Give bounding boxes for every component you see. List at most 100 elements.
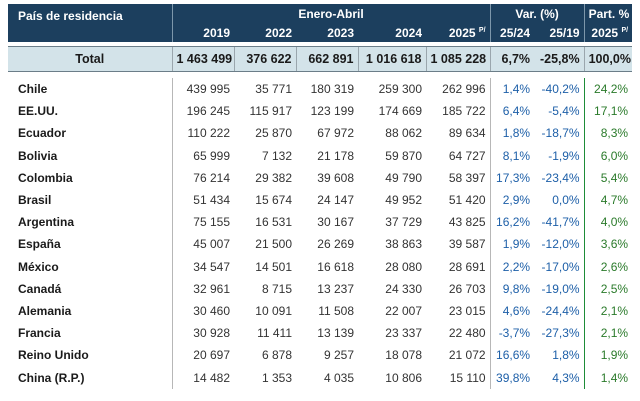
table-row: Argentina 75 155 16 531 30 167 37 729 43 825 1… <box>8 211 633 234</box>
value-colombia-2024: 49 790 <box>385 170 422 185</box>
value-chile-2025: 262 996 <box>442 82 486 97</box>
value-ecuador-2022: 25 870 <box>255 126 292 141</box>
value-francia-2019: 30 928 <box>171 322 234 345</box>
value-chile-2024: 259 300 <box>378 82 422 97</box>
var-25-19-argentina: -41,7% <box>541 215 580 230</box>
country-name-alemania: Alemania <box>18 303 72 318</box>
value-mexico-2025: 28 691 <box>448 259 486 274</box>
year-header-2025: 2025 P/ <box>426 24 490 42</box>
var-25-19-mexico: -17,0% <box>541 259 580 274</box>
value-brasil-2025: 51 420 <box>448 193 486 208</box>
value-alemania-2025: 23 015 <box>448 303 486 318</box>
part-reino-unido: 1,9% <box>583 344 633 367</box>
value-bolivia-2025: 64 727 <box>448 148 486 163</box>
value-francia-2023: 13 139 <box>317 326 354 341</box>
table-row: Brasil 51 434 15 674 24 147 49 952 51 420 2,9%… <box>8 188 633 212</box>
value-argentina-2019: 75 155 <box>171 211 234 234</box>
part-header-2025: 2025 P/ <box>583 24 633 42</box>
table-row: Canadá 32 961 8 715 13 237 24 330 26 703 9,8% -… <box>8 277 633 300</box>
var-25-19-colombia: -23,4% <box>541 170 580 185</box>
var-25-24-espana: 1,9% <box>489 233 535 256</box>
table-row: Reino Unido 20 697 6 878 9 257 18 078 21 072 1… <box>8 344 633 367</box>
value-mexico-2024: 28 080 <box>385 259 422 274</box>
value-colombia-2019: 76 214 <box>171 166 234 189</box>
value-reino-unido-2024: 18 078 <box>385 348 422 363</box>
var-25-19-chile: -40,2% <box>541 82 580 97</box>
var-25-24-canada: 9,8% <box>489 277 535 300</box>
part-ecuador: 8,3% <box>583 122 633 145</box>
country-name-china-r-p: China (R.P.) <box>18 370 85 385</box>
country-rows: Chile 439 995 35 771 180 319 259 300 262 996 1… <box>8 78 633 389</box>
var-25-24-francia: -3,7% <box>489 322 535 345</box>
total-2022: 376 622 <box>233 46 296 72</box>
value-canada-2024: 24 330 <box>385 281 422 296</box>
country-name-francia: Francia <box>18 326 61 341</box>
var-25-19-espana: -12,0% <box>541 237 580 252</box>
value-brasil-2024: 49 952 <box>385 193 422 208</box>
value-colombia-2022: 29 382 <box>255 170 292 185</box>
table-row: Bolivia 65 999 7 132 21 178 59 870 64 727 8,1%… <box>8 144 633 167</box>
period-header: Enero-Abril <box>171 4 491 24</box>
value-reino-unido-2025: 21 072 <box>448 348 486 363</box>
total-var-25-24: 6,7% <box>489 46 535 72</box>
value-ecuador-2023: 67 972 <box>317 126 354 141</box>
var-25-24-china-r-p: 39,8% <box>489 366 535 389</box>
value-bolivia-2022: 7 132 <box>261 148 292 163</box>
value-china-r-p-2023: 4 035 <box>323 370 354 385</box>
table-row: Chile 439 995 35 771 180 319 259 300 262 996 1… <box>8 78 633 101</box>
var-25-24-ee-uu: 6,4% <box>489 100 535 123</box>
part-francia: 2,1% <box>583 322 633 345</box>
value-colombia-2023: 39 608 <box>317 170 354 185</box>
part-canada: 2,5% <box>583 277 633 300</box>
var-25-24-argentina: 16,2% <box>489 211 535 234</box>
value-china-r-p-2019: 14 482 <box>171 366 234 389</box>
value-brasil-2022: 15 674 <box>255 193 292 208</box>
value-alemania-2019: 30 460 <box>171 299 234 323</box>
value-espana-2025: 39 587 <box>448 237 486 252</box>
value-francia-2025: 22 480 <box>448 326 486 341</box>
value-reino-unido-2023: 9 257 <box>323 348 354 363</box>
value-reino-unido-2019: 20 697 <box>171 344 234 367</box>
country-name-brasil: Brasil <box>18 193 52 208</box>
table-row: Ecuador 110 222 25 870 67 972 88 062 89 634 1,… <box>8 122 633 145</box>
value-brasil-2023: 24 147 <box>317 193 354 208</box>
var-25-24-alemania: 4,6% <box>489 299 535 323</box>
value-canada-2025: 26 703 <box>448 281 486 296</box>
total-2019: 1 463 499 <box>171 46 234 72</box>
value-alemania-2024: 22 007 <box>385 303 422 318</box>
part-espana: 3,6% <box>583 233 633 256</box>
value-chile-2019: 439 995 <box>171 78 234 101</box>
part-ee-uu: 17,1% <box>583 100 633 123</box>
value-bolivia-2023: 21 178 <box>317 148 354 163</box>
var-25-19-bolivia: -1,9% <box>548 148 580 163</box>
value-francia-2024: 23 337 <box>385 326 422 341</box>
participation-header: Part. % <box>583 4 633 24</box>
total-2025: 1 085 228 <box>425 46 491 72</box>
table-row: Francia 30 928 11 411 13 139 23 337 22 480 -3,… <box>8 322 633 345</box>
total-var-25-19: -25,8% <box>534 46 585 72</box>
var-25-19-ee-uu: -5,4% <box>548 104 580 119</box>
var-header-25-24: 25/24 <box>489 24 535 42</box>
year-header-2022: 2022 <box>265 26 292 40</box>
value-ee-uu-2022: 115 917 <box>249 104 293 119</box>
variation-header: Var. (%) <box>489 4 585 24</box>
value-ee-uu-2019: 196 245 <box>171 100 234 123</box>
value-chile-2023: 180 319 <box>310 82 354 97</box>
table-row: México 34 547 14 501 16 618 28 080 28 691 2,2%… <box>8 255 633 278</box>
var-25-19-canada: -19,0% <box>541 281 580 296</box>
value-argentina-2025: 43 825 <box>448 215 486 230</box>
year-header-2019: 2019 <box>171 24 234 42</box>
country-name-canada: Canadá <box>18 281 62 296</box>
value-mexico-2022: 14 501 <box>255 259 292 274</box>
country-name-ee-uu: EE.UU. <box>18 104 59 119</box>
country-name-reino-unido: Reino Unido <box>18 348 89 363</box>
value-canada-2022: 8 715 <box>261 281 292 296</box>
table-row: Alemania 30 460 10 091 11 508 22 007 23 015 4,… <box>8 299 633 323</box>
year-2025-label: 2025 <box>448 26 476 40</box>
var-25-19-reino-unido: 1,8% <box>552 348 580 363</box>
value-china-r-p-2025: 15 110 <box>449 370 486 385</box>
var-25-24-brasil: 2,9% <box>489 188 535 212</box>
value-ee-uu-2024: 174 669 <box>378 104 422 119</box>
table-row: China (R.P.) 14 482 1 353 4 035 10 806 15 110… <box>8 366 633 389</box>
country-column-header: País de residencia <box>18 9 123 23</box>
